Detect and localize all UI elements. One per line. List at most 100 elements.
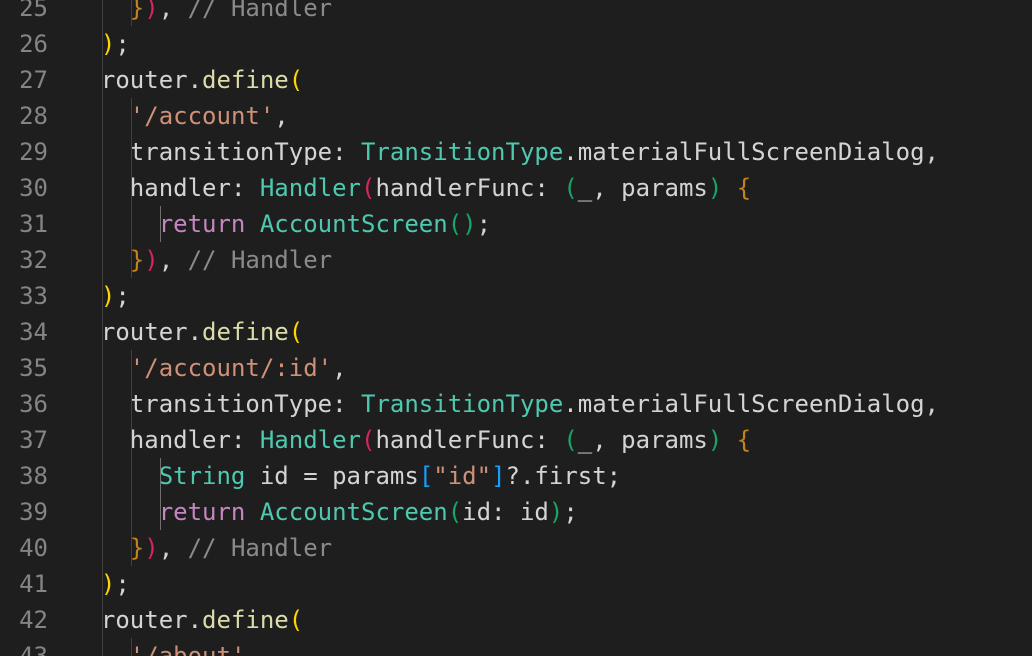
code-line[interactable]: 42 router.define(: [0, 602, 1032, 638]
code-token: return: [158, 210, 246, 238]
code-text: '/account',: [130, 98, 289, 134]
code-token: ): [144, 0, 159, 22]
code-token: ;: [476, 210, 492, 238]
code-token: transitionType: [129, 138, 333, 166]
code-token: ,: [332, 354, 347, 382]
code-token: (: [288, 318, 304, 346]
line-number: 39: [19, 498, 48, 526]
line-number: 33: [19, 282, 48, 310]
indent-guide: [102, 530, 103, 566]
code-line[interactable]: 39 return AccountScreen(id: id);: [0, 494, 1032, 530]
code-token: :: [534, 174, 564, 202]
code-text: }), // Handler: [130, 0, 332, 26]
code-line[interactable]: 28 '/account',: [0, 98, 1032, 134]
code-token: ): [100, 570, 116, 598]
code-token: '/about': [129, 642, 246, 656]
code-token: ,: [924, 138, 939, 166]
code-line[interactable]: 25 }), // Handler: [0, 0, 1032, 26]
code-token: ): [100, 282, 116, 310]
code-line[interactable]: 29 transitionType: TransitionType.materia…: [0, 134, 1032, 170]
code-token: {: [736, 426, 752, 454]
code-text: router.define(: [101, 314, 303, 350]
code-token: define: [202, 66, 289, 94]
line-number: 25: [19, 0, 48, 22]
code-token: AccountScreen: [259, 498, 448, 526]
code-line[interactable]: 26);: [0, 26, 1032, 62]
code-token: ;: [115, 30, 130, 58]
code-token: params: [621, 174, 708, 202]
line-number: 36: [19, 390, 48, 418]
code-token: return: [158, 498, 246, 526]
code-line[interactable]: 32}), // Handler: [0, 242, 1032, 278]
line-number: 35: [19, 354, 48, 382]
code-token: '/account': [129, 102, 275, 130]
code-line[interactable]: 37 handler: Handler(handlerFunc: (_, para…: [0, 422, 1032, 458]
code-line[interactable]: 30 handler: Handler(handlerFunc: (_, para…: [0, 170, 1032, 206]
code-line[interactable]: 38 String id = params["id"]?.first;: [0, 458, 1032, 494]
code-token: _: [577, 174, 593, 202]
code-token: params: [621, 426, 708, 454]
code-line[interactable]: 40}), // Handler: [0, 530, 1032, 566]
code-token: ,: [274, 102, 289, 130]
code-text: router.define(: [101, 62, 303, 98]
code-token: Handler: [259, 426, 362, 454]
code-token: .: [187, 606, 203, 634]
line-number: 38: [19, 462, 48, 490]
code-token: params: [332, 462, 419, 490]
indent-guide: [131, 170, 132, 206]
line-number: 29: [19, 138, 48, 166]
code-token: ;: [563, 498, 578, 526]
code-token: handlerFunc: [375, 426, 535, 454]
code-token: _: [577, 426, 593, 454]
code-line[interactable]: 27 router.define(: [0, 62, 1032, 98]
indent-guide: [131, 422, 132, 458]
code-line[interactable]: 34 router.define(: [0, 314, 1032, 350]
code-token: (: [447, 498, 463, 526]
indent-guide: [102, 638, 103, 656]
code-token: .: [187, 66, 203, 94]
code-text: );: [101, 26, 130, 62]
code-token: .: [563, 390, 578, 418]
code-text: transitionType: TransitionType.materialF…: [130, 386, 939, 422]
line-number: 40: [19, 534, 48, 562]
indent-guide: [131, 206, 132, 242]
indent-guide: [131, 98, 132, 134]
code-token: ): [144, 246, 159, 274]
code-token: Handler: [259, 174, 362, 202]
code-line[interactable]: 43 '/about': [0, 638, 1032, 656]
code-token: ): [707, 174, 723, 202]
code-token: ,: [158, 246, 188, 274]
code-text: return AccountScreen();: [159, 206, 491, 242]
code-editor[interactable]: 25 }), // Handler 26); 27 router.define(28 '/…: [0, 0, 1032, 656]
code-token: :: [230, 426, 260, 454]
code-token: handler: [129, 174, 231, 202]
code-text: router.define(: [101, 602, 303, 638]
line-number: 34: [19, 318, 48, 346]
code-token: first: [534, 462, 607, 490]
code-line[interactable]: 41);: [0, 566, 1032, 602]
indent-guide: [102, 458, 103, 494]
code-line[interactable]: 31 return AccountScreen();: [0, 206, 1032, 242]
code-token: ,: [158, 0, 188, 22]
indent-guide: [102, 494, 103, 530]
code-token: (: [288, 606, 304, 634]
indent-guide: [131, 242, 132, 278]
code-token: (: [563, 426, 578, 454]
indent-guide: [102, 566, 103, 602]
line-number: 31: [19, 210, 48, 238]
indent-guide: [102, 422, 103, 458]
indent-guide: [102, 386, 103, 422]
code-line[interactable]: 33);: [0, 278, 1032, 314]
code-token: transitionType: [129, 390, 333, 418]
code-line[interactable]: 36 transitionType: TransitionType.materia…: [0, 386, 1032, 422]
code-token: router: [100, 66, 188, 94]
code-token: ): [100, 30, 116, 58]
code-token: :: [491, 498, 520, 526]
code-line[interactable]: 35 '/account/:id',: [0, 350, 1032, 386]
code-token: TransitionType: [361, 390, 564, 418]
code-token: ]: [491, 462, 506, 490]
code-token: ): [144, 534, 159, 562]
code-token: (: [361, 426, 376, 454]
